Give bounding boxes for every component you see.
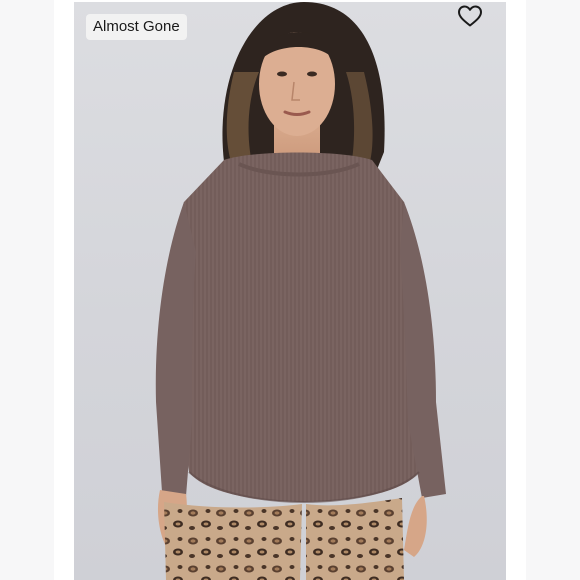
- heart-outline-icon: [458, 5, 482, 27]
- model-illustration: [155, 2, 446, 580]
- listing-photo[interactable]: Almost Gone: [0, 0, 580, 580]
- badge-label: Almost Gone: [93, 18, 180, 35]
- photo-frame: [54, 0, 526, 580]
- like-button[interactable]: [454, 2, 486, 30]
- almost-gone-badge: Almost Gone: [86, 14, 187, 40]
- product-image[interactable]: [74, 2, 506, 580]
